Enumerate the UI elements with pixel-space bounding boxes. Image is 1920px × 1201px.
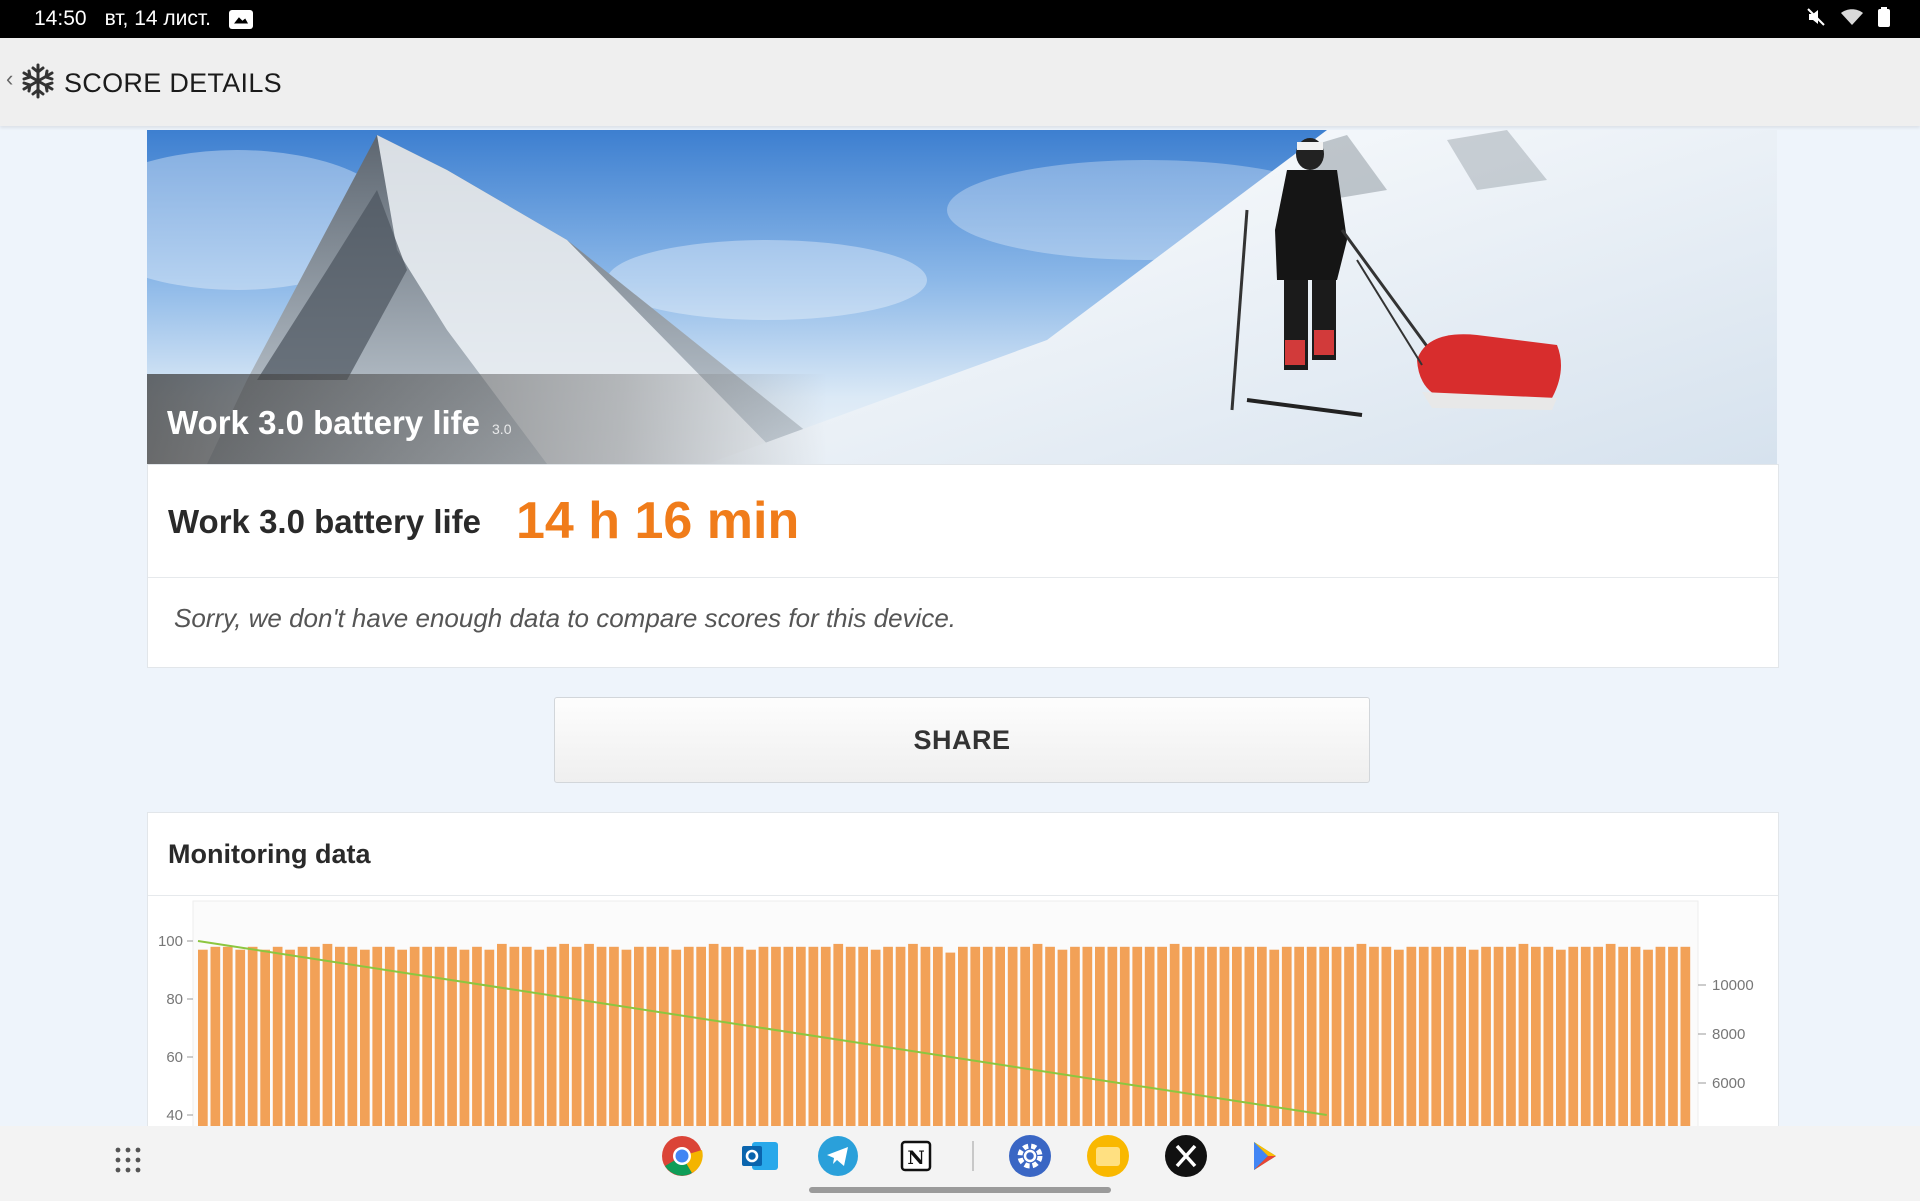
dock: N: [660, 1134, 1286, 1178]
date: вт, 14 лист.: [104, 7, 212, 30]
home-indicator[interactable]: [809, 1187, 1111, 1193]
left-axis-tick-label: 40: [166, 1107, 183, 1124]
chrome-icon[interactable]: [660, 1134, 704, 1178]
telegram-icon[interactable]: [816, 1134, 860, 1178]
page-title: SCORE DETAILS: [64, 68, 282, 98]
x-icon[interactable]: [1164, 1134, 1208, 1178]
left-axis-tick-label: 100: [158, 933, 183, 950]
dock-separator: [972, 1141, 974, 1171]
app-drawer-icon[interactable]: [114, 1146, 142, 1174]
files-icon[interactable]: [1086, 1134, 1130, 1178]
compare-message: Sorry, we don't have enough data to comp…: [174, 603, 957, 633]
right-axis-tick-label: 10000: [1712, 977, 1754, 994]
share-button[interactable]: SHARE: [554, 697, 1370, 783]
hero-label: Work 3.0 battery life 3.0: [147, 374, 827, 464]
right-axis-tick-label: 6000: [1712, 1075, 1745, 1092]
taskbar: N: [0, 1126, 1920, 1201]
svg-text:N: N: [907, 1147, 924, 1169]
gallery-notification-icon: [229, 9, 254, 29]
settings-icon[interactable]: [1008, 1134, 1052, 1178]
back-chevron-icon[interactable]: ‹: [6, 66, 13, 92]
app-bar: ‹ SCORE DETAILS: [0, 38, 1920, 126]
score-label: Work 3.0 battery life: [168, 503, 482, 540]
mute-icon: [1807, 8, 1825, 26]
hero-title: Work 3.0 battery life 3.0: [167, 404, 512, 441]
left-axis-tick-label: 80: [166, 991, 183, 1008]
clock: 14:50: [34, 7, 87, 30]
monitoring-title: Monitoring data: [168, 839, 371, 869]
outlook-icon[interactable]: [738, 1134, 782, 1178]
hero-version: 3.0: [492, 421, 512, 437]
score-row: Work 3.0 battery life 14 h 16 min: [148, 465, 1778, 578]
hero-banner: Work 3.0 battery life 3.0: [147, 130, 1777, 464]
snowflake-logo-icon[interactable]: [20, 63, 56, 99]
score-value: 14 h 16 min: [516, 492, 800, 550]
monitoring-header: Monitoring data: [148, 813, 1778, 896]
left-axis-tick-label: 60: [166, 1049, 183, 1066]
play-store-icon[interactable]: [1242, 1134, 1286, 1178]
status-bar: 14:50 вт, 14 лист.: [0, 0, 1920, 38]
wifi-icon: [1841, 9, 1863, 25]
notion-icon[interactable]: N: [894, 1134, 938, 1178]
score-card: Work 3.0 battery life 14 h 16 min Sorry,…: [147, 464, 1779, 668]
battery-icon: [1878, 7, 1890, 27]
right-axis-tick-label: 8000: [1712, 1026, 1745, 1043]
